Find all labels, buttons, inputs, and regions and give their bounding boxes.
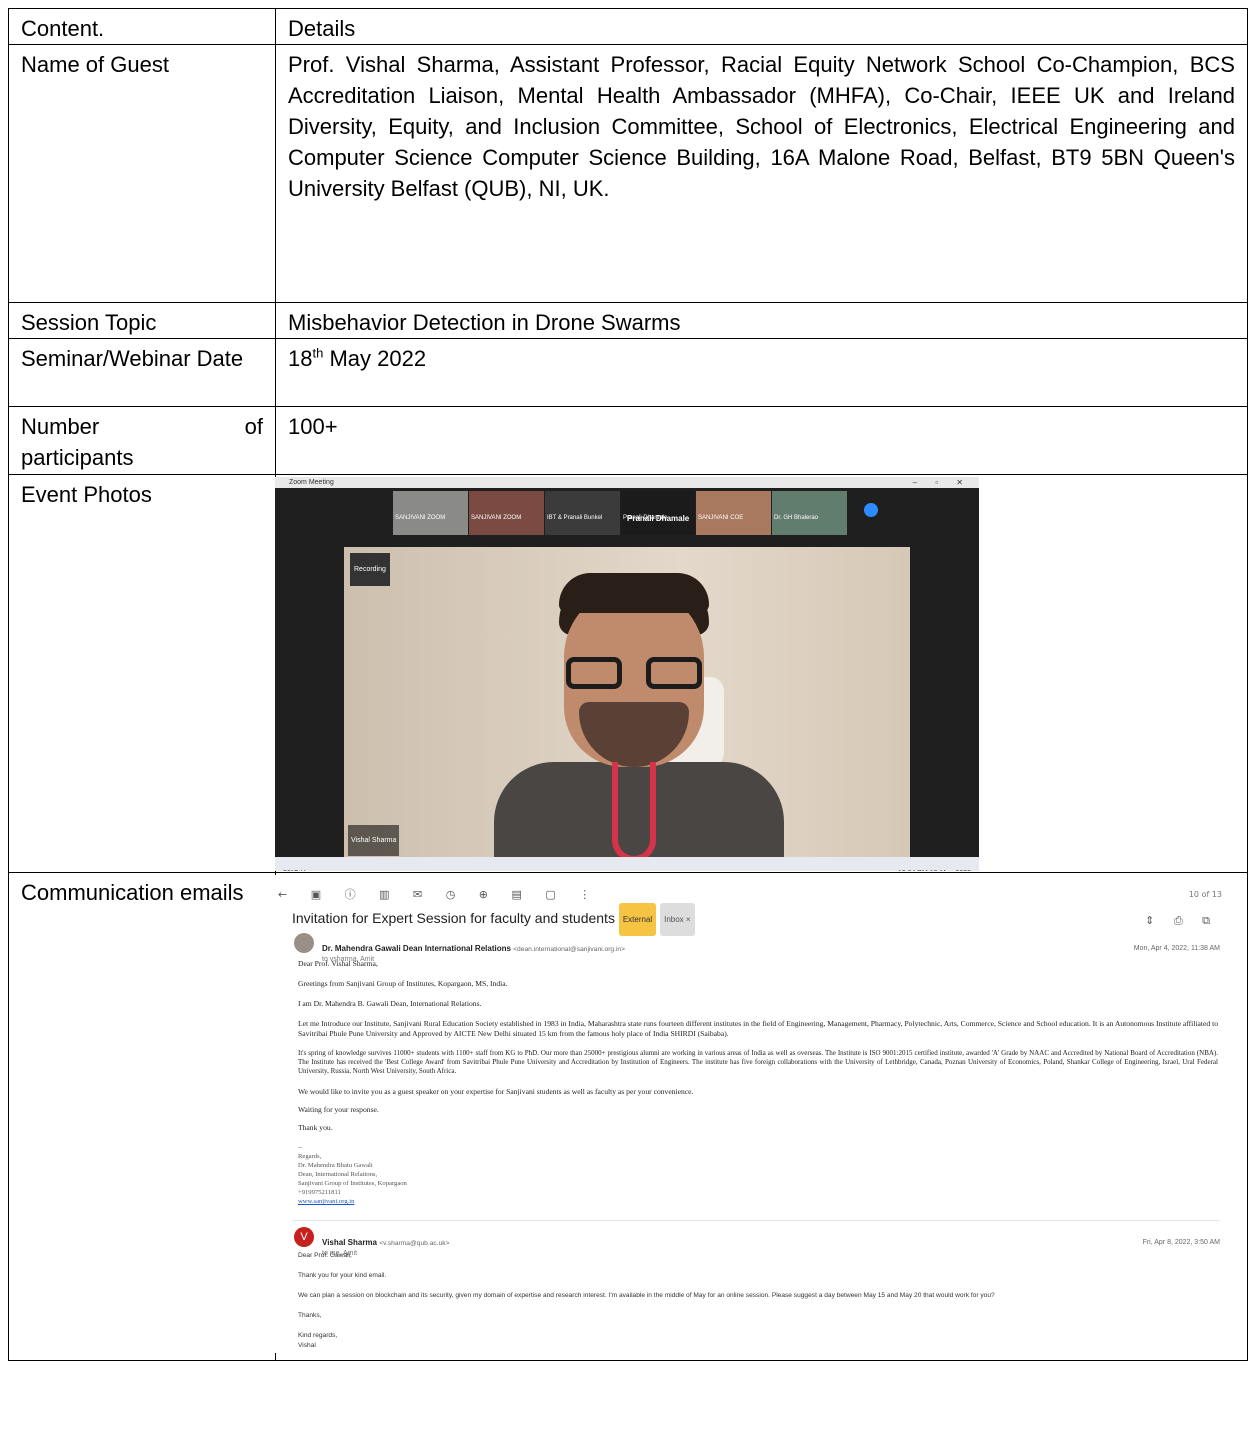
emails-cell: ← ▣ ⓘ ▥ ✉ ◷ ⊕ ▤ ▢ ⋮ 10 of 13 Invitation … (268, 872, 1248, 1361)
sig-line: Regards, (298, 1153, 322, 1160)
emails-key: Communication emails (8, 872, 276, 1361)
participants-key: Number of participants (8, 406, 276, 475)
topic-key: Session Topic (8, 302, 276, 339)
date-value: 18th May 2022 (275, 338, 1248, 407)
guest-key: Name of Guest (8, 44, 276, 303)
sig-line: Dr. Mahendra Bhatu Gawali (298, 1162, 373, 1169)
date-suffix: th (312, 345, 324, 361)
sender-email: <v.sharma@qub.ac.uk> (379, 1240, 450, 1247)
msg2-p1: Thank you for your kind email. (298, 1272, 387, 1279)
website-link[interactable]: www.sanjivani.org.in (298, 1198, 354, 1205)
msg2-greeting: Dear Prof. Gawali, (298, 1252, 352, 1259)
sig-line: -- (298, 1144, 303, 1151)
window-controls-icon: – ▫ ✕ (912, 478, 971, 487)
email-screenshot: ← ▣ ⓘ ▥ ✉ ◷ ⊕ ▤ ▢ ⋮ 10 of 13 Invitation … (268, 875, 1232, 1353)
thumbnail-name: SANJIVANI ZOOM (471, 515, 522, 521)
thumbnail-name: Pranali Dhamale (623, 515, 668, 521)
speaker-name-label: Vishal Sharma (348, 825, 400, 856)
photos-key: Event Photos (8, 474, 276, 873)
msg2-p3: Thanks, (298, 1312, 322, 1319)
msg1-p3: Let me Introduce our Institute, Sanjivan… (298, 1019, 1218, 1038)
date-row: Seminar/Webinar Date 18th May 2022 (8, 338, 1248, 407)
thumbnail-name: SANJIVANI ZOOM (395, 515, 446, 521)
msg1-p1: Greetings from Sanjivani Group of Instit… (298, 979, 508, 988)
zoom-titlebar: Zoom Meeting – ▫ ✕ (275, 477, 979, 488)
thumbnail-name: Dr. GH Bhalerao (774, 515, 819, 521)
header-key: Content. (8, 8, 276, 45)
msg1-p6: Waiting for your response. (298, 1105, 379, 1114)
zoom-meeting-screenshot: Zoom Meeting – ▫ ✕ SANJIVANI ZOOM SANJIVA… (275, 477, 979, 871)
participant-thumbnail: Dr. GH Bhalerao (772, 491, 847, 535)
msg1-greeting: Dear Prof. Vishal Sharma, (298, 959, 378, 968)
speaker-video: Recording Vishal Sharma (344, 547, 910, 859)
thumbnail-name: IBT & Pranali Bunkel (547, 515, 603, 521)
external-tag: External (618, 903, 657, 936)
sig-line: Sanjivani Group of Institutes, Kopargaon (298, 1180, 407, 1187)
photos-row: Event Photos Zoom Meeting – ▫ ✕ SANJIVANI… (8, 474, 1248, 873)
guest-value: Prof. Vishal Sharma, Assistant Professor… (275, 44, 1248, 303)
msg1-p7: Thank you. (298, 1123, 333, 1132)
participants-key-c: participants (21, 445, 134, 470)
taskbar-clock: 12:04 PM 18-May-2022 (898, 858, 971, 871)
document-page: Content. Details Name of Guest Prof. Vis… (0, 0, 1253, 1435)
windows-taskbar: 30°C Hazy 12:04 PM 18-May-2022 (275, 857, 979, 871)
msg1-signature: -- Regards, Dr. Mahendra Bhatu Gawali De… (298, 1143, 407, 1206)
participant-thumbnail: SANJIVANI ZOOM (393, 491, 468, 535)
date-day: 18 (288, 346, 313, 371)
topic-value: Misbehavior Detection in Drone Swarms (275, 302, 1248, 339)
sender-avatar (294, 933, 314, 953)
header-value: Details (275, 8, 1248, 45)
table-header-row: Content. Details (8, 8, 1248, 45)
participant-thumbnail: SANJIVANI COE (696, 491, 771, 535)
guest-row: Name of Guest Prof. Vishal Sharma, Assis… (8, 44, 1248, 303)
email-subject: Invitation for Expert Session for facult… (292, 903, 695, 936)
participants-key-b: of (244, 414, 263, 439)
details-table: Content. Details Name of Guest Prof. Vis… (8, 8, 1248, 1361)
sig-line: +919975211811 (298, 1189, 341, 1196)
participant-thumbnail: SANJIVANI ZOOM (469, 491, 544, 535)
photos-cell: Zoom Meeting – ▫ ✕ SANJIVANI ZOOM SANJIVA… (275, 474, 1248, 873)
msg2-p2: We can plan a session on blockchain and … (298, 1292, 995, 1299)
msg1-p4: It's spring of knowledge survives 11000+… (298, 1049, 1218, 1075)
date-key: Seminar/Webinar Date (8, 338, 276, 407)
zoom-window-title: Zoom Meeting (289, 479, 334, 486)
recording-indicator: Recording (350, 553, 390, 586)
participant-thumbnail: IBT & Pranali Bunkel (545, 491, 620, 535)
inbox-tag: Inbox × (660, 903, 695, 936)
participants-row: Number of participants 100+ (8, 406, 1248, 475)
participant-thumbnail: Pranali Dhamale Pranali Dhamale (621, 491, 695, 535)
next-participants-icon (864, 503, 878, 517)
thumbnail-name: SANJIVANI COE (698, 515, 744, 521)
msg1-p2: I am Dr. Mahendra B. Gawali Dean, Intern… (298, 999, 482, 1008)
msg2-p5: Vishal (298, 1342, 316, 1349)
date-rest: May 2022 (323, 346, 427, 371)
participants-value: 100+ (275, 406, 1248, 475)
subject-text: Invitation for Expert Session for facult… (292, 910, 615, 927)
sig-line: Dean, International Relations, (298, 1171, 378, 1178)
sender-avatar: V (294, 1227, 314, 1247)
topic-row: Session Topic Misbehavior Detection in D… (8, 302, 1248, 339)
participants-key-a: Number (21, 414, 100, 439)
taskbar-app-icons (543, 859, 747, 869)
msg1-p5: We would like to invite you as a guest s… (298, 1087, 694, 1096)
weather-widget: 30°C Hazy (283, 858, 317, 871)
print-open-icons: ⇕ ⎙ ⧉ (1145, 914, 1218, 927)
sender-email: <dean.international@sanjivani.org.in> (513, 946, 626, 953)
emails-row: Communication emails ← ▣ ⓘ ▥ ✉ ◷ ⊕ ▤ ▢ ⋮… (8, 872, 1248, 1361)
msg2-p4: Kind regards, (298, 1332, 338, 1339)
